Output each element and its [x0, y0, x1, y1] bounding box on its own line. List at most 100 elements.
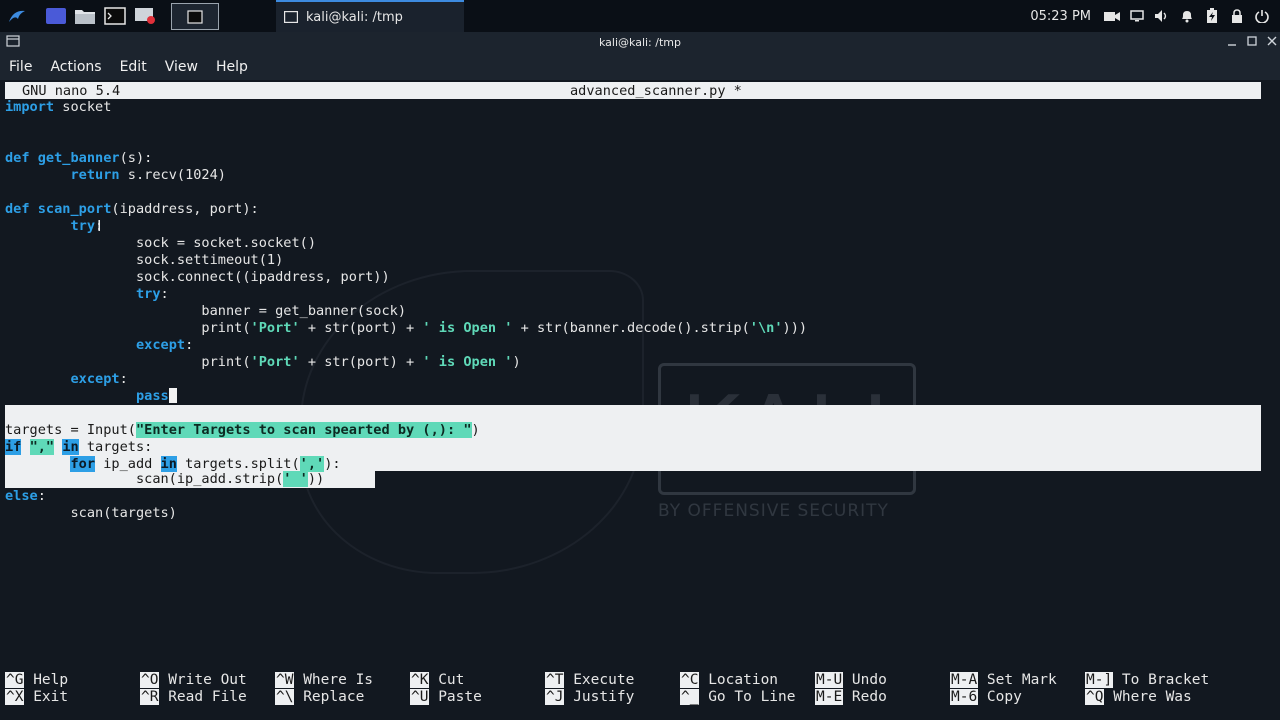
- mouse-ibeam-cursor-icon: I: [97, 217, 102, 235]
- shortcut-set-mark[interactable]: M-A Set Mark: [950, 672, 1057, 689]
- shortcut-key: M-6: [950, 689, 979, 705]
- shortcut-cut[interactable]: ^K Cut: [410, 672, 464, 689]
- nano-header-bar: GNU nano 5.4 advanced_scanner.py *: [5, 82, 1261, 99]
- shortcut-label: Undo: [843, 672, 887, 688]
- volume-icon[interactable]: [1154, 9, 1170, 23]
- shortcut-location[interactable]: ^C Location: [680, 672, 778, 689]
- shortcut-label: Execute: [564, 672, 635, 688]
- shortcut-label: Help: [24, 672, 69, 688]
- lock-screen-icon[interactable]: [1229, 9, 1245, 23]
- code-line-23[interactable]: scan(ip_add.strip(' ')): [5, 471, 324, 488]
- code-line-10[interactable]: sock.settimeout(1): [5, 252, 283, 269]
- shortcut-key: M-E: [815, 689, 844, 705]
- shortcut-key: ^W: [275, 672, 295, 688]
- code-line-5[interactable]: return s.recv(1024): [5, 167, 226, 184]
- taskbar-window-kali-tmp[interactable]: kali@kali: /tmp: [276, 0, 464, 32]
- power-icon[interactable]: [1254, 9, 1270, 23]
- shortcut-key: ^C: [680, 672, 700, 688]
- terminal-area[interactable]: KALI BY OFFENSIVE SECURITY GNU nano 5.4 …: [0, 80, 1280, 720]
- shortcut-key: ^G: [5, 672, 25, 688]
- shortcut-key: ^K: [410, 672, 430, 688]
- code-line-11[interactable]: sock.connect((ipaddress, port)): [5, 269, 390, 286]
- shortcut-key: ^J: [545, 689, 565, 705]
- menu-view[interactable]: View: [156, 59, 207, 75]
- menu-edit[interactable]: Edit: [111, 59, 156, 75]
- minimize-icon[interactable]: [1226, 35, 1238, 50]
- top-panel: kali@kali: /tmp 05:23 PM: [0, 0, 1280, 32]
- shortcut-label: Justify: [564, 689, 635, 705]
- shortcut-key: M-]: [1085, 672, 1114, 688]
- shortcut-label: Where Was: [1104, 689, 1192, 705]
- code-line-12[interactable]: try:: [5, 286, 169, 303]
- shortcut-help[interactable]: ^G Help: [5, 672, 68, 689]
- shortcut-execute[interactable]: ^T Execute: [545, 672, 634, 689]
- shortcut-where-was[interactable]: ^Q Where Was: [1085, 689, 1192, 706]
- display-icon[interactable]: [1129, 9, 1145, 23]
- system-tray: 05:23 PM: [1030, 0, 1280, 32]
- shortcut-key: ^O: [140, 672, 160, 688]
- kali-logo-subtitle-watermark: BY OFFENSIVE SECURITY: [658, 501, 889, 521]
- shortcut-key: ^R: [140, 689, 160, 705]
- shortcut-label: Paste: [429, 689, 482, 705]
- shortcut-label: Location: [699, 672, 779, 688]
- shortcut-label: Copy: [978, 689, 1022, 705]
- menu-file[interactable]: File: [0, 59, 41, 75]
- shortcut-write-out[interactable]: ^O Write Out: [140, 672, 247, 689]
- maximize-icon[interactable]: [1246, 35, 1258, 50]
- camera-icon[interactable]: [1104, 9, 1120, 23]
- code-line-25[interactable]: scan(targets): [5, 505, 176, 522]
- terminal-icon: [284, 11, 298, 23]
- shortcut-exit[interactable]: ^X Exit: [5, 689, 68, 706]
- code-line-13[interactable]: banner = get_banner(sock): [5, 303, 406, 320]
- shortcut-redo[interactable]: M-E Redo: [815, 689, 887, 706]
- shortcut-key: ^Q: [1085, 689, 1105, 705]
- battery-charging-icon[interactable]: [1204, 8, 1220, 23]
- workspace-switcher-button[interactable]: [44, 3, 68, 28]
- nano-filename: advanced_scanner.py *: [570, 83, 742, 99]
- menu-help[interactable]: Help: [207, 59, 257, 75]
- file-manager-button[interactable]: [72, 3, 98, 28]
- shortcut-copy[interactable]: M-6 Copy: [950, 689, 1022, 706]
- menu-bar: File Actions Edit View Help: [0, 54, 1280, 80]
- shortcut-justify[interactable]: ^J Justify: [545, 689, 634, 706]
- nano-version: GNU nano 5.4: [22, 83, 121, 99]
- code-line-7[interactable]: def scan_port(ipaddress, port):: [5, 201, 259, 218]
- window-titlebar[interactable]: kali@kali: /tmp: [0, 32, 1280, 54]
- menu-actions[interactable]: Actions: [41, 59, 110, 75]
- shortcut-paste[interactable]: ^U Paste: [410, 689, 482, 706]
- shortcut-to-bracket[interactable]: M-] To Bracket: [1085, 672, 1209, 689]
- close-icon[interactable]: [1266, 35, 1278, 50]
- notifications-bell-icon[interactable]: [1179, 9, 1195, 23]
- shortcut-key: M-U: [815, 672, 844, 688]
- code-line-14[interactable]: print('Port' + str(port) + ' is Open ' +…: [5, 320, 807, 337]
- code-line-17[interactable]: except:: [5, 371, 127, 388]
- code-line-24[interactable]: else:: [5, 488, 46, 505]
- kali-menu-button[interactable]: [2, 3, 32, 28]
- shortcut-undo[interactable]: M-U Undo: [815, 672, 887, 689]
- active-terminal-window-button[interactable]: [171, 3, 219, 30]
- code-line-8[interactable]: try:: [5, 218, 103, 235]
- shortcut-label: Exit: [24, 689, 69, 705]
- window-title: kali@kali: /tmp: [599, 36, 681, 49]
- kali-dragon-icon: [9, 10, 25, 22]
- terminal-launcher-button[interactable]: [102, 3, 128, 28]
- code-line-16[interactable]: print('Port' + str(port) + ' is Open '): [5, 354, 520, 371]
- taskbar-window-title: kali@kali: /tmp: [306, 9, 403, 25]
- folder-icon: [75, 9, 95, 24]
- shortcut-key: M-A: [950, 672, 979, 688]
- code-line-18[interactable]: pass: [5, 388, 177, 405]
- code-line-1[interactable]: import socket: [5, 99, 111, 116]
- code-line-21[interactable]: if "," in targets:: [5, 439, 152, 456]
- shortcut-where-is[interactable]: ^W Where Is: [275, 672, 373, 689]
- terminal-icon: [104, 6, 126, 25]
- code-line-15[interactable]: except:: [5, 337, 193, 354]
- shortcut-replace[interactable]: ^\ Replace: [275, 689, 364, 706]
- shortcut-go-to-line[interactable]: ^_ Go To Line: [680, 689, 796, 706]
- workspace-icon: [46, 7, 66, 24]
- clock[interactable]: 05:23 PM: [1030, 9, 1091, 24]
- code-line-20[interactable]: targets = Input("Enter Targets to scan s…: [5, 422, 480, 439]
- screen-recorder-button[interactable]: [132, 3, 158, 28]
- code-line-9[interactable]: sock = socket.socket(): [5, 235, 316, 252]
- code-line-4[interactable]: def get_banner(s):: [5, 150, 152, 167]
- shortcut-read-file[interactable]: ^R Read File: [140, 689, 247, 706]
